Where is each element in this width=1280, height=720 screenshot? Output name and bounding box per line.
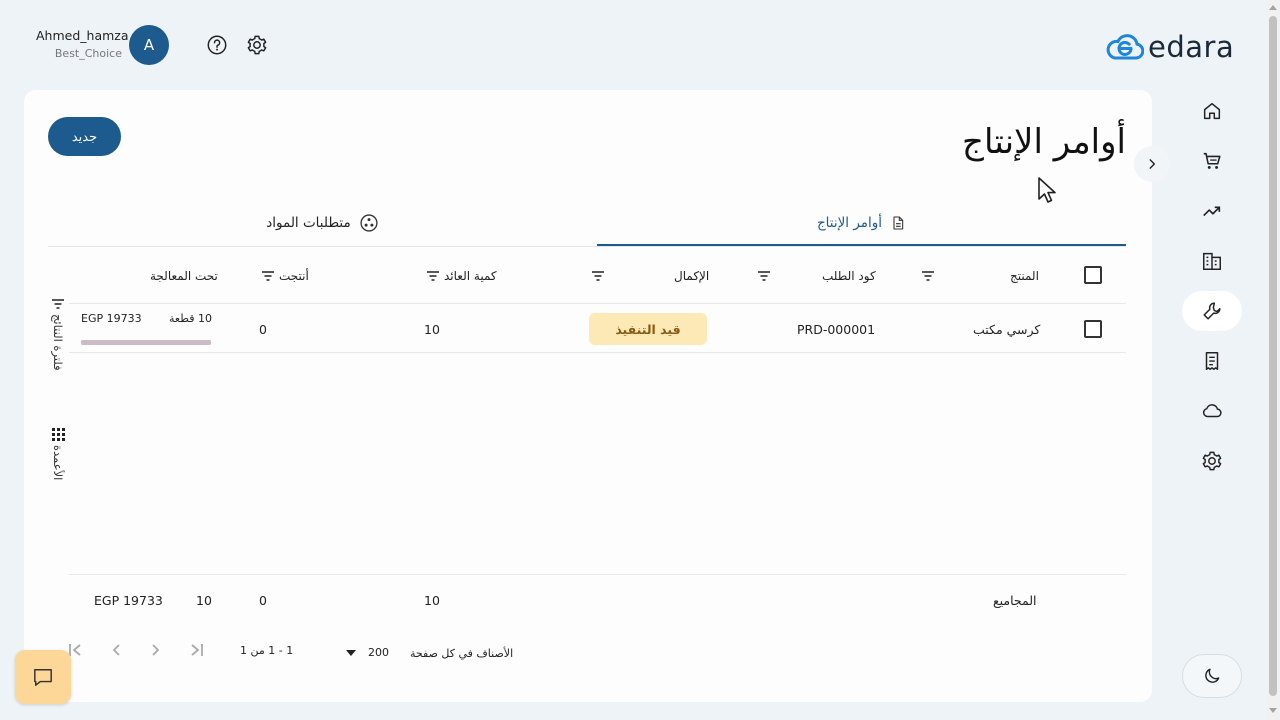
dots-circle-icon: [360, 214, 378, 232]
cart-icon: [1203, 152, 1221, 169]
sidebar-item-cloud[interactable]: [1182, 391, 1242, 431]
scroll-down-arrow[interactable]: [1269, 708, 1277, 713]
chevron-right-icon: [152, 644, 160, 656]
status-badge: قيد التنفيذ: [589, 313, 707, 345]
receipt-icon: [1205, 352, 1219, 370]
main-card: [24, 90, 1152, 702]
cloud-icon: [1202, 404, 1222, 418]
column-header-produced[interactable]: أنتجت: [261, 266, 309, 286]
grid-dots-icon: [51, 428, 65, 441]
user-name: Ahmed_hamza: [36, 28, 129, 43]
dark-mode-toggle[interactable]: [1182, 654, 1242, 698]
page-scrollbar[interactable]: [1266, 0, 1280, 720]
cloud-logo-icon: [1106, 34, 1144, 60]
column-filter-product[interactable]: [921, 266, 935, 286]
sidebar-item-settings[interactable]: [1182, 441, 1242, 481]
row-divider: [69, 352, 1126, 353]
sidebar-item-invoices[interactable]: [1182, 341, 1242, 381]
user-info: Ahmed_hamza Best_Choice: [36, 28, 129, 62]
tab-active-indicator: [597, 244, 1126, 246]
edara-logo: edara: [1106, 30, 1234, 64]
sidebar-item-manufacturing[interactable]: [1182, 291, 1242, 331]
last-page-button[interactable]: [187, 642, 205, 658]
page-size-label: الأصناف في كل صفحة: [410, 647, 514, 660]
tab-label: أوامر الإنتاج: [816, 215, 883, 231]
prev-page-button[interactable]: [107, 642, 125, 658]
header-divider: [69, 303, 1126, 304]
page-size-value: 200: [368, 646, 389, 659]
page-size-select[interactable]: 200: [346, 646, 389, 659]
cell-in-process-qty: 10 قطعة: [169, 312, 212, 325]
sidebar-item-sales[interactable]: [1182, 141, 1242, 181]
column-header-product: المنتج: [1010, 269, 1039, 283]
column-filter-completion[interactable]: [591, 266, 605, 286]
column-header-in-process: تحت المعالجة: [150, 269, 218, 283]
scroll-up-arrow[interactable]: [1269, 5, 1277, 10]
filter-icon[interactable]: [591, 271, 605, 281]
cell-order-code[interactable]: PRD-000001: [797, 322, 875, 337]
chat-icon: [34, 669, 52, 686]
totals-label: المجاميع: [993, 593, 1037, 608]
help-icon[interactable]: [205, 33, 229, 57]
filter-icon[interactable]: [426, 271, 440, 281]
select-all-checkbox[interactable]: [1084, 266, 1102, 284]
columns-tool[interactable]: الأعمدة: [46, 428, 70, 480]
logo-text: edara: [1148, 30, 1235, 64]
page-range: 1 - 1 من 1: [240, 644, 294, 657]
new-order-button[interactable]: جديد: [48, 117, 121, 156]
tab-production-orders[interactable]: أوامر الإنتاج: [597, 200, 1126, 246]
filter-icon[interactable]: [261, 271, 275, 281]
column-header-returned-qty[interactable]: كمية العائد: [426, 266, 497, 286]
tab-label: متطلبات المواد: [266, 215, 351, 231]
avatar[interactable]: A: [129, 25, 169, 65]
column-filter-order-code[interactable]: [757, 266, 771, 286]
totals-returned-qty: 10: [424, 593, 440, 608]
totals-produced: 0: [259, 593, 267, 608]
tab-divider: [48, 246, 1126, 247]
totals-divider: [69, 574, 1126, 575]
sidebar-item-home[interactable]: [1182, 91, 1242, 131]
trending-icon: [1203, 206, 1221, 217]
chevron-left-icon: [112, 644, 120, 656]
moon-icon: [1205, 668, 1220, 683]
column-header-completion: الإكمال: [674, 269, 710, 283]
tab-material-requirements[interactable]: متطلبات المواد: [48, 200, 597, 246]
user-org: Best_Choice: [54, 47, 122, 60]
chat-button[interactable]: [15, 650, 71, 704]
filter-icon[interactable]: [757, 271, 771, 281]
first-page-icon: [69, 644, 81, 656]
next-page-button[interactable]: [147, 642, 165, 658]
sidebar-item-reports[interactable]: [1182, 191, 1242, 231]
filter-results-tool[interactable]: فلترة النتائج: [46, 298, 70, 371]
home-icon: [1203, 102, 1221, 120]
filter-results-label: فلترة النتائج: [51, 314, 65, 371]
sidebar-item-company[interactable]: [1182, 241, 1242, 281]
last-page-icon: [191, 644, 203, 656]
chevron-right-icon: [1149, 159, 1156, 169]
cell-product[interactable]: كرسي مكتب: [973, 322, 1040, 337]
in-process-progress-bar: [81, 340, 211, 345]
cell-in-process-amount: EGP 19733: [81, 312, 142, 325]
document-icon: [893, 216, 904, 230]
columns-label: الأعمدة: [51, 445, 65, 481]
row-checkbox[interactable]: [1084, 320, 1102, 338]
filter-lines-icon: [52, 299, 64, 309]
settings-gear-icon[interactable]: [245, 33, 269, 57]
collapse-sidebar-button[interactable]: [1134, 146, 1170, 182]
cell-produced: 0: [259, 322, 267, 337]
scroll-thumb[interactable]: [1269, 16, 1277, 696]
filter-icon[interactable]: [921, 271, 935, 281]
wrench-icon: [1203, 302, 1221, 320]
column-header-order-code: كود الطلب: [822, 269, 876, 283]
page-title: أوامر الإنتاج: [962, 122, 1126, 162]
totals-in-process-amount: EGP 19733: [94, 593, 163, 608]
cell-returned-qty: 10: [424, 322, 440, 337]
building-icon: [1203, 252, 1221, 270]
chevron-down-icon: [346, 649, 356, 656]
progress-fill: [81, 340, 211, 345]
totals-in-process-qty: 10: [196, 593, 212, 608]
gear-icon: [1202, 451, 1222, 471]
